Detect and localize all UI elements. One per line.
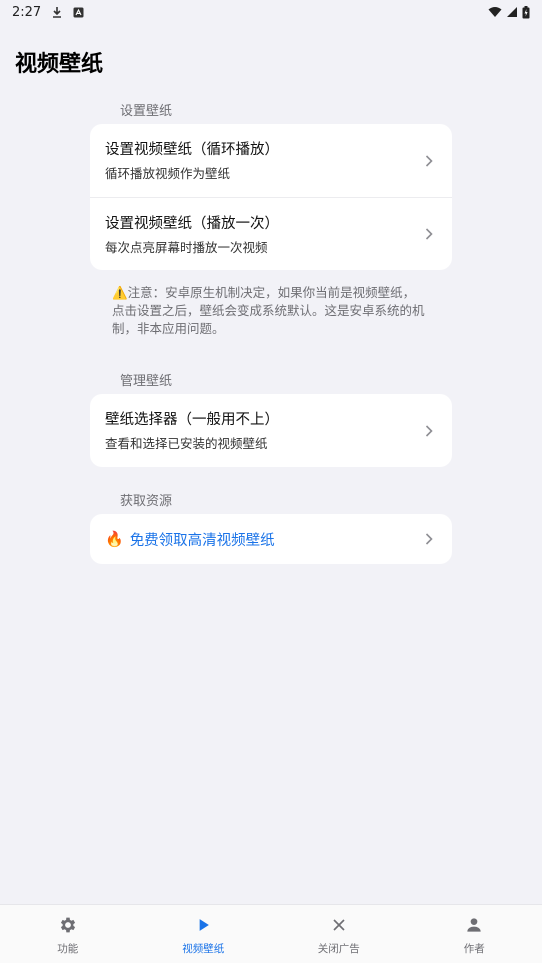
battery-icon	[522, 5, 530, 18]
row-title: 设置视频壁纸（播放一次）	[105, 216, 279, 232]
tab-label: 关闭广告	[317, 943, 360, 955]
signal-icon	[507, 7, 517, 17]
bottom-tab-bar: 功能 视频壁纸 关闭广告 作者	[0, 904, 542, 963]
promo-label: 免费领取高清视频壁纸	[129, 532, 275, 549]
wallpaper-picker-row[interactable]: 壁纸选择器（一般用不上） 查看和选择已安装的视频壁纸	[90, 394, 452, 467]
tab-label: 视频壁纸	[182, 943, 225, 955]
person-icon	[467, 918, 481, 932]
free-hd-wallpaper-row[interactable]: 🔥 免费领取高清视频壁纸	[90, 514, 452, 564]
fire-icon: 🔥	[105, 530, 124, 548]
row-subtitle: 查看和选择已安装的视频壁纸	[105, 436, 268, 451]
tab-disable-ads[interactable]: 关闭广告	[271, 905, 407, 963]
note-line: ⚠️注意：安卓原生机制决定，如果你当前是视频壁纸，	[112, 285, 416, 300]
status-bar: 2:27	[0, 0, 542, 24]
set-video-wallpaper-loop-row[interactable]: 设置视频壁纸（循环播放） 循环播放视频作为壁纸	[90, 124, 452, 197]
tab-author[interactable]: 作者	[407, 905, 542, 963]
set-video-wallpaper-once-row[interactable]: 设置视频壁纸（播放一次） 每次点亮屏幕时播放一次视频	[90, 197, 452, 270]
download-icon	[53, 7, 62, 18]
chevron-right-icon	[425, 154, 433, 167]
tab-video-wallpaper[interactable]: 视频壁纸	[136, 905, 272, 963]
wifi-icon	[488, 7, 502, 17]
row-subtitle: 循环播放视频作为壁纸	[105, 166, 231, 181]
chevron-right-icon	[425, 228, 433, 240]
status-time: 2:27	[12, 4, 42, 20]
row-subtitle: 每次点亮屏幕时播放一次视频	[105, 240, 268, 255]
section-header-manage-wallpaper: 管理壁纸	[120, 374, 173, 389]
row-title: 设置视频壁纸（循环播放）	[105, 142, 279, 158]
note-line: 点击设置之后，壁纸会变成系统默认。这是安卓系统的机	[112, 303, 425, 318]
set-wallpaper-card: 设置视频壁纸（循环播放） 循环播放视频作为壁纸 设置视频壁纸（播放一次） 每次点…	[90, 124, 452, 270]
resources-card: 🔥 免费领取高清视频壁纸	[90, 514, 452, 564]
tab-label: 功能	[57, 943, 79, 955]
section-header-resources: 获取资源	[120, 494, 173, 509]
tab-features[interactable]: 功能	[0, 905, 136, 963]
play-icon	[199, 919, 210, 931]
page-title: 视频壁纸	[15, 52, 104, 77]
chevron-right-icon	[425, 533, 433, 545]
row-title: 壁纸选择器（一般用不上）	[105, 412, 279, 428]
tab-label: 作者	[463, 943, 485, 955]
chevron-right-icon	[425, 424, 433, 437]
section-header-set-wallpaper: 设置壁纸	[120, 104, 173, 119]
note-line: 制，非本应用问题。	[112, 321, 225, 336]
warning-note: ⚠️注意：安卓原生机制决定，如果你当前是视频壁纸， 点击设置之后，壁纸会变成系统…	[112, 284, 442, 338]
app-notification-icon	[73, 7, 84, 17]
manage-wallpaper-card: 壁纸选择器（一般用不上） 查看和选择已安装的视频壁纸	[90, 394, 452, 467]
close-icon	[333, 919, 345, 931]
gear-icon	[60, 917, 75, 933]
